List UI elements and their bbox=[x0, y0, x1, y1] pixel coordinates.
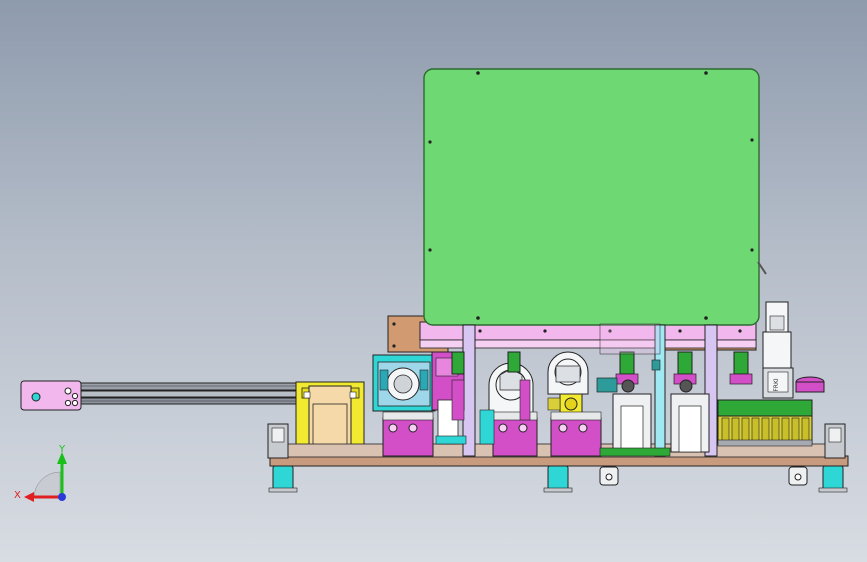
coordinate-triad-icon: Y X bbox=[14, 444, 67, 502]
slide-arm bbox=[20, 380, 311, 411]
y-axis-label: Y bbox=[58, 444, 66, 455]
x-axis-label: X bbox=[14, 490, 21, 501]
label-plate-text: FRKI bbox=[773, 378, 780, 392]
leveling-feet bbox=[268, 465, 848, 493]
machine-assembly-model[interactable]: FRKI bbox=[0, 0, 867, 562]
yellow-tool-rack bbox=[717, 399, 813, 447]
vertical-cylinder: FRKI bbox=[762, 301, 825, 399]
green-enclosure-panel bbox=[423, 68, 767, 326]
sensor-heads bbox=[488, 351, 589, 416]
arm-rail-top bbox=[74, 382, 311, 391]
arm-rail-mid bbox=[74, 390, 311, 398]
cad-viewport[interactable]: FRKI Y X bbox=[0, 0, 867, 562]
